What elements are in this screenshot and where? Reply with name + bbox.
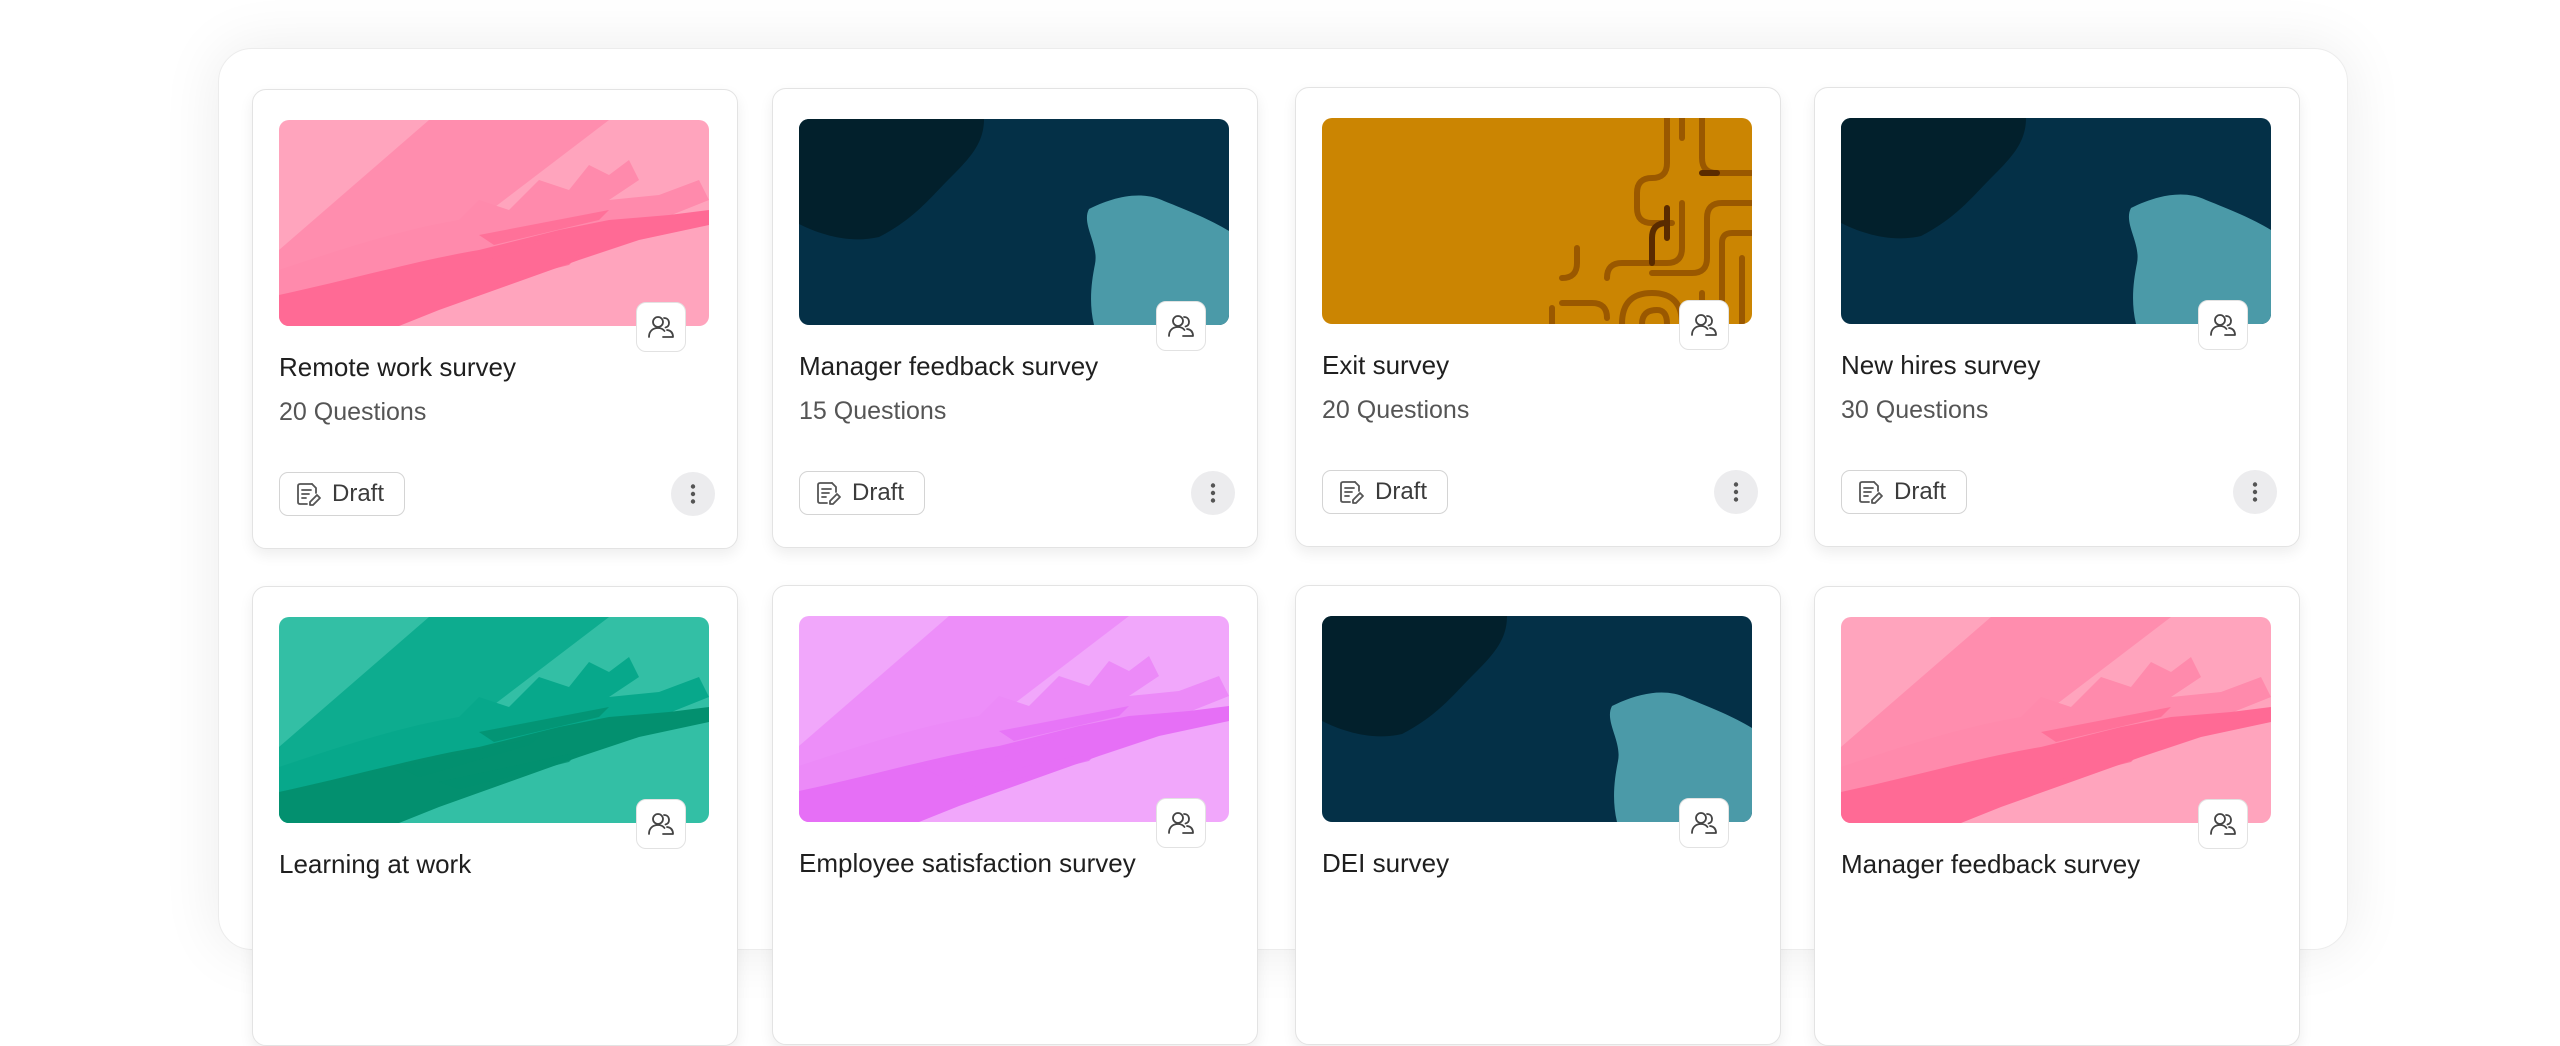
draft-icon	[294, 480, 322, 508]
share-audience-button[interactable]	[2198, 799, 2248, 849]
draft-icon	[1337, 478, 1365, 506]
people-icon	[1166, 808, 1196, 838]
share-audience-button[interactable]	[636, 302, 686, 352]
status-label: Draft	[1894, 478, 1947, 505]
draft-status-badge: Draft	[279, 472, 406, 516]
status-label: Draft	[1375, 478, 1428, 505]
survey-title[interactable]: Employee satisfaction survey	[799, 848, 1136, 879]
share-audience-button[interactable]	[636, 799, 686, 849]
survey-card[interactable]: Employee satisfaction survey	[772, 585, 1258, 1045]
share-audience-button[interactable]	[2198, 300, 2248, 350]
draft-icon	[814, 479, 842, 507]
status-label: Draft	[332, 480, 385, 507]
people-icon	[1166, 311, 1196, 341]
survey-title[interactable]: Exit survey	[1322, 350, 1449, 381]
people-icon	[646, 312, 676, 342]
question-count: 20 Questions	[279, 398, 427, 426]
survey-cover-image	[1841, 118, 2271, 324]
survey-cover-image	[1322, 616, 1752, 822]
survey-card[interactable]: Remote work survey 20 Questions Draft	[252, 89, 738, 549]
survey-title[interactable]: DEI survey	[1322, 848, 1449, 879]
more-options-button[interactable]	[671, 472, 715, 516]
survey-cover-image	[1841, 617, 2271, 823]
kebab-menu-icon	[1732, 481, 1740, 503]
survey-card[interactable]: Manager feedback survey	[1814, 586, 2300, 1046]
survey-card[interactable]: Exit survey 20 Questions Draft	[1295, 87, 1781, 547]
question-count: 30 Questions	[1841, 396, 1989, 424]
more-options-button[interactable]	[1191, 471, 1235, 515]
survey-title[interactable]: Remote work survey	[279, 352, 516, 383]
people-icon	[2208, 310, 2238, 340]
draft-status-badge: Draft	[1322, 470, 1449, 514]
kebab-menu-icon	[2251, 481, 2259, 503]
survey-title[interactable]: New hires survey	[1841, 350, 2040, 381]
survey-cover-image	[799, 119, 1229, 325]
survey-card[interactable]: Learning at work	[252, 586, 738, 1046]
kebab-menu-icon	[1209, 482, 1217, 504]
question-count: 20 Questions	[1322, 396, 1470, 424]
survey-card[interactable]: Manager feedback survey 15 Questions Draf…	[772, 88, 1258, 548]
survey-title[interactable]: Learning at work	[279, 849, 471, 880]
survey-cover-image	[279, 120, 709, 326]
share-audience-button[interactable]	[1679, 300, 1729, 350]
more-options-button[interactable]	[1714, 470, 1758, 514]
survey-card[interactable]: New hires survey 30 Questions Draft	[1814, 87, 2300, 547]
more-options-button[interactable]	[2233, 470, 2277, 514]
survey-card[interactable]: DEI survey	[1295, 585, 1781, 1045]
share-audience-button[interactable]	[1156, 301, 1206, 351]
survey-title[interactable]: Manager feedback survey	[799, 351, 1098, 382]
survey-cover-image	[279, 617, 709, 823]
share-audience-button[interactable]	[1679, 798, 1729, 848]
people-icon	[2208, 809, 2238, 839]
survey-cover-image	[799, 616, 1229, 822]
survey-cover-image	[1322, 118, 1752, 324]
people-icon	[646, 809, 676, 839]
people-icon	[1689, 310, 1719, 340]
draft-icon	[1856, 478, 1884, 506]
people-icon	[1689, 808, 1719, 838]
kebab-menu-icon	[689, 483, 697, 505]
survey-title[interactable]: Manager feedback survey	[1841, 849, 2140, 880]
draft-status-badge: Draft	[1841, 470, 1968, 514]
draft-status-badge: Draft	[799, 471, 926, 515]
status-label: Draft	[852, 479, 905, 506]
question-count: 15 Questions	[799, 397, 947, 425]
share-audience-button[interactable]	[1156, 798, 1206, 848]
